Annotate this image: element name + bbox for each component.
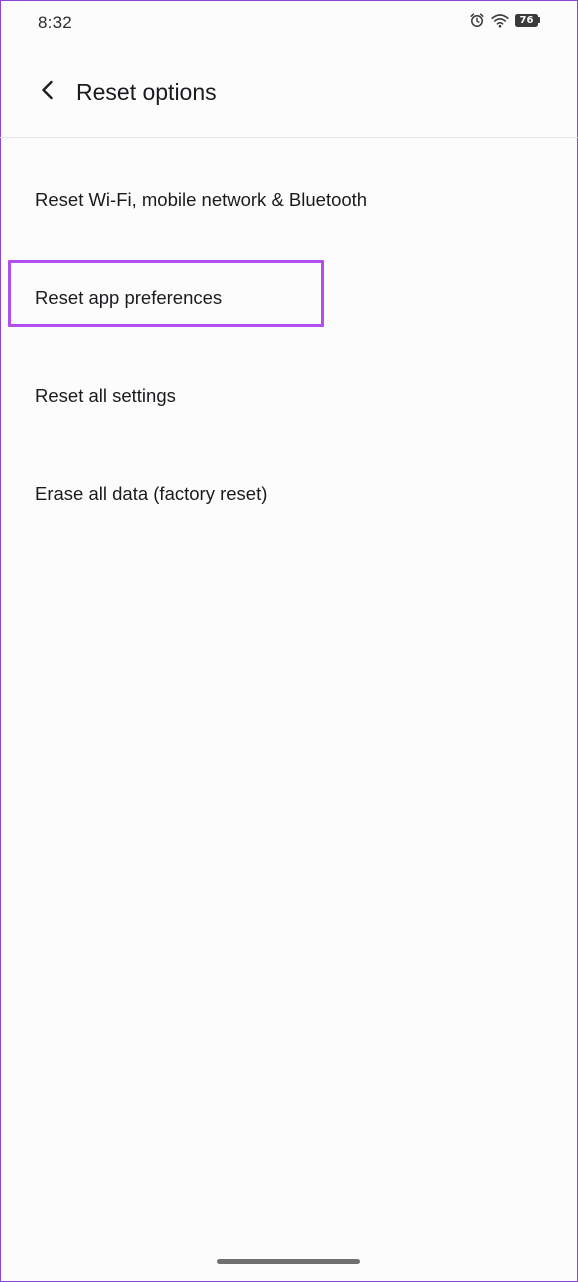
app-bar: Reset options	[0, 46, 578, 138]
status-time: 8:32	[38, 13, 72, 32]
option-reset-all-settings[interactable]: Reset all settings	[0, 348, 578, 446]
option-label: Reset app preferences	[35, 287, 223, 308]
battery-level: 76	[515, 13, 538, 27]
reset-options-list: Reset Wi-Fi, mobile network & Bluetooth …	[0, 152, 578, 544]
option-erase-all-data[interactable]: Erase all data (factory reset)	[0, 446, 578, 544]
back-button[interactable]	[28, 72, 68, 112]
wifi-icon	[491, 13, 509, 28]
option-label: Erase all data (factory reset)	[35, 483, 268, 504]
gesture-handle[interactable]	[217, 1259, 360, 1264]
status-bar: 8:32 76	[0, 0, 578, 46]
alarm-icon	[469, 12, 485, 28]
status-icons: 76	[469, 12, 540, 28]
option-reset-app-preferences[interactable]: Reset app preferences	[0, 250, 578, 348]
page-title: Reset options	[76, 79, 217, 105]
chevron-left-icon	[37, 79, 59, 106]
battery-tip	[538, 17, 540, 23]
option-label: Reset Wi-Fi, mobile network & Bluetooth	[35, 189, 368, 210]
option-reset-network[interactable]: Reset Wi-Fi, mobile network & Bluetooth	[0, 152, 578, 250]
battery-icon: 76	[515, 13, 540, 27]
option-label: Reset all settings	[35, 385, 176, 406]
